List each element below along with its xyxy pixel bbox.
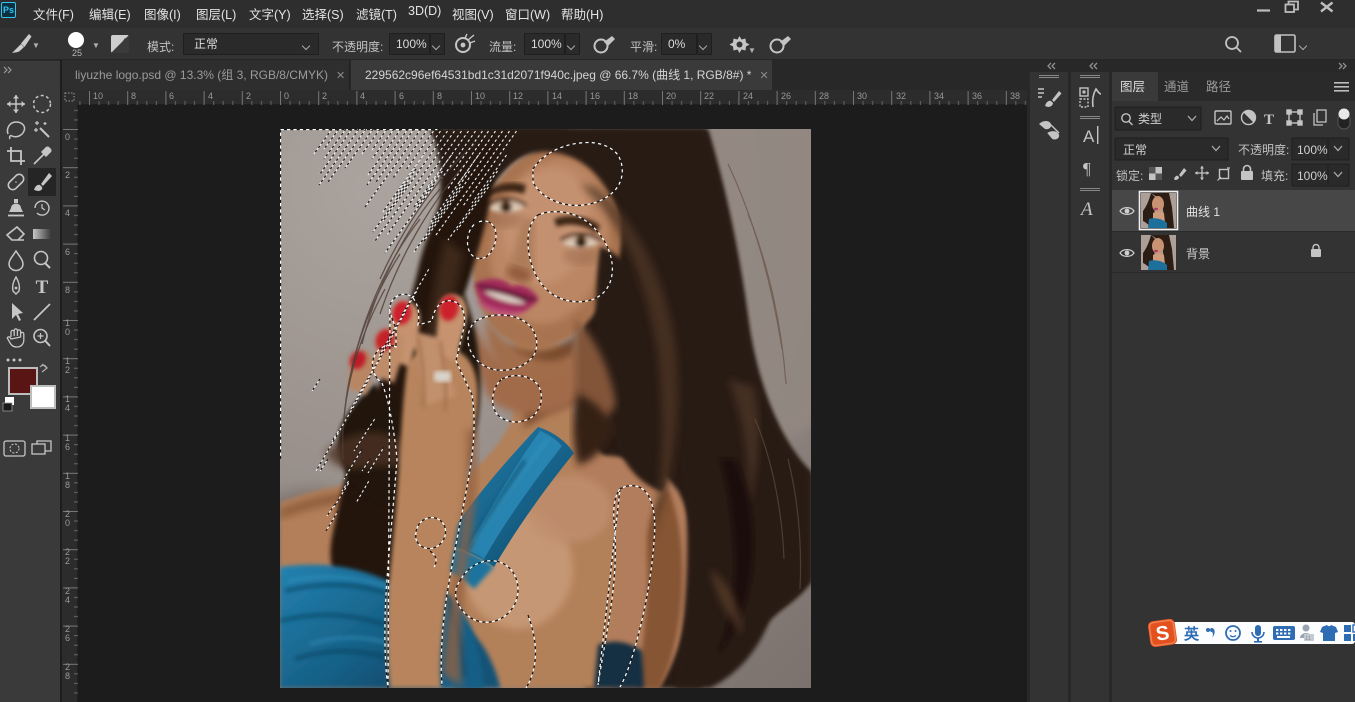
svg-text:10: 10 bbox=[475, 91, 485, 101]
svg-text:8: 8 bbox=[65, 671, 70, 681]
svg-text:2: 2 bbox=[65, 365, 70, 375]
svg-text:不透明度:: 不透明度: bbox=[1238, 142, 1289, 157]
svg-text:38: 38 bbox=[1010, 91, 1020, 101]
svg-text:0: 0 bbox=[284, 91, 289, 101]
svg-text:0: 0 bbox=[65, 518, 70, 528]
svg-text:8: 8 bbox=[65, 285, 70, 295]
svg-text:10: 10 bbox=[93, 91, 103, 101]
svg-text:6: 6 bbox=[65, 633, 70, 643]
svg-text:背景: 背景 bbox=[1186, 247, 1210, 261]
svg-text:6: 6 bbox=[399, 91, 404, 101]
svg-text:20: 20 bbox=[666, 91, 676, 101]
svg-text:8: 8 bbox=[131, 91, 136, 101]
svg-text:路径: 路径 bbox=[1206, 79, 1231, 94]
svg-text:4: 4 bbox=[208, 91, 213, 101]
svg-text:填充:: 填充: bbox=[1261, 168, 1288, 183]
svg-text:30: 30 bbox=[857, 91, 867, 101]
svg-text:0: 0 bbox=[65, 327, 70, 337]
svg-text:A: A bbox=[1083, 127, 1095, 146]
svg-text:2: 2 bbox=[322, 91, 327, 101]
svg-text:6: 6 bbox=[65, 442, 70, 452]
svg-text:12: 12 bbox=[513, 91, 523, 101]
svg-text:4: 4 bbox=[65, 208, 70, 218]
svg-text:2: 2 bbox=[246, 91, 251, 101]
svg-text:4: 4 bbox=[65, 403, 70, 413]
svg-text:0: 0 bbox=[65, 132, 70, 142]
svg-text:100%: 100% bbox=[1297, 169, 1328, 183]
svg-text:24: 24 bbox=[743, 91, 753, 101]
svg-text:8: 8 bbox=[65, 480, 70, 490]
svg-text:22: 22 bbox=[704, 91, 714, 101]
svg-text:锁定:: 锁定: bbox=[1116, 168, 1143, 183]
svg-text:2: 2 bbox=[65, 170, 70, 180]
svg-text:图层: 图层 bbox=[1120, 80, 1145, 94]
svg-text:通道: 通道 bbox=[1164, 80, 1190, 94]
svg-text:34: 34 bbox=[934, 91, 944, 101]
svg-text:36: 36 bbox=[972, 91, 982, 101]
svg-text:6: 6 bbox=[169, 91, 174, 101]
svg-text:28: 28 bbox=[819, 91, 829, 101]
svg-text:8: 8 bbox=[437, 91, 442, 101]
svg-text:曲线 1: 曲线 1 bbox=[1186, 205, 1220, 219]
svg-text:11: 11 bbox=[1305, 636, 1312, 642]
svg-text:16: 16 bbox=[590, 91, 600, 101]
svg-text:32: 32 bbox=[896, 91, 906, 101]
svg-text:25: 25 bbox=[72, 48, 82, 58]
svg-text:100%: 100% bbox=[1297, 143, 1328, 157]
svg-text:英: 英 bbox=[1184, 625, 1200, 643]
svg-text:18: 18 bbox=[628, 91, 638, 101]
svg-text:4: 4 bbox=[360, 91, 365, 101]
svg-text:2: 2 bbox=[65, 556, 70, 566]
svg-text:4: 4 bbox=[65, 595, 70, 605]
svg-text:6: 6 bbox=[65, 247, 70, 257]
svg-text:A: A bbox=[1079, 199, 1093, 220]
svg-text:¶: ¶ bbox=[1083, 159, 1091, 178]
svg-text:类型: 类型 bbox=[1138, 112, 1162, 126]
svg-text:正常: 正常 bbox=[1123, 143, 1147, 157]
svg-text:T: T bbox=[36, 277, 49, 298]
svg-text:T: T bbox=[1264, 112, 1274, 128]
svg-text:26: 26 bbox=[781, 91, 791, 101]
svg-text:14: 14 bbox=[552, 91, 562, 101]
